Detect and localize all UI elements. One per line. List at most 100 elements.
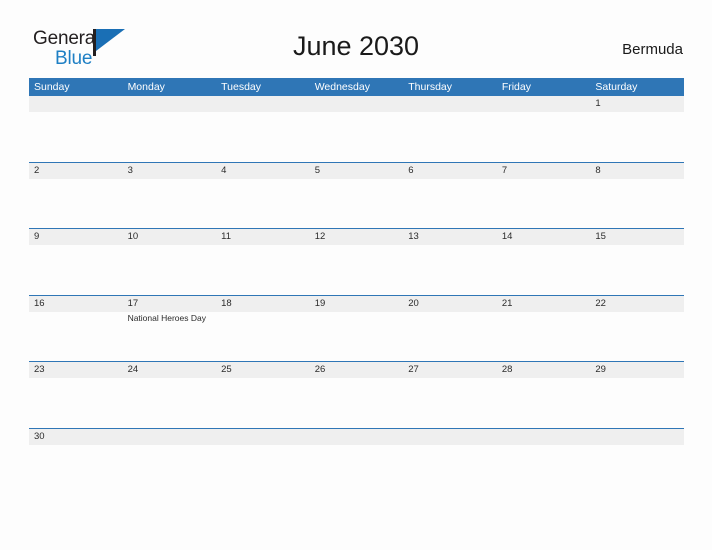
week-event-band [29, 245, 684, 294]
day-number[interactable]: 16 [29, 296, 123, 312]
day-number[interactable]: 8 [590, 163, 684, 179]
page-header: General Blue June 2030 Bermuda [0, 0, 712, 76]
weekday-header-friday: Friday [501, 81, 531, 93]
day-number-empty [123, 96, 217, 112]
day-number[interactable]: 18 [216, 296, 310, 312]
day-number[interactable]: 2 [29, 163, 123, 179]
week-event-band: National Heroes Day [29, 312, 684, 361]
day-cell [310, 445, 404, 494]
day-cell [123, 179, 217, 228]
calendar-week-row: 1 [29, 96, 684, 163]
day-number[interactable]: 13 [403, 229, 497, 245]
day-number-empty [403, 429, 497, 445]
page-title: June 2030 [292, 31, 420, 61]
weekday-header-wednesday: Wednesday [314, 81, 370, 93]
day-number[interactable]: 5 [310, 163, 404, 179]
day-number-empty [310, 96, 404, 112]
calendar-week-row: 9 10 11 12 13 14 15 [29, 229, 684, 296]
day-number[interactable]: 15 [590, 229, 684, 245]
day-number-empty [29, 96, 123, 112]
day-cell: National Heroes Day [123, 312, 217, 361]
day-cell [590, 445, 684, 494]
day-number[interactable]: 21 [497, 296, 591, 312]
day-number[interactable]: 14 [497, 229, 591, 245]
weekday-header-tuesday: Tuesday [221, 81, 262, 93]
day-number[interactable]: 26 [310, 362, 404, 378]
day-cell [216, 179, 310, 228]
week-event-band [29, 445, 684, 494]
day-cell [123, 378, 217, 427]
day-cell [216, 445, 310, 494]
day-number[interactable]: 10 [123, 229, 217, 245]
day-number-empty [590, 429, 684, 445]
day-number[interactable]: 7 [497, 163, 591, 179]
day-cell [497, 245, 591, 294]
calendar-week-row: 16 17 18 19 20 21 22 National Heroes Day [29, 295, 684, 362]
weekday-header-thursday: Thursday [408, 81, 453, 93]
calendar-week-row: 30 [29, 428, 684, 495]
day-number-empty [403, 96, 497, 112]
day-cell [310, 312, 404, 361]
country-label: Bermuda [622, 41, 683, 58]
day-number[interactable]: 25 [216, 362, 310, 378]
day-number[interactable]: 4 [216, 163, 310, 179]
week-date-band: 1 [29, 96, 684, 112]
day-cell [310, 378, 404, 427]
day-cell [403, 312, 497, 361]
day-cell [29, 179, 123, 228]
day-number[interactable]: 23 [29, 362, 123, 378]
day-number[interactable]: 28 [497, 362, 591, 378]
day-cell [216, 378, 310, 427]
calendar-page: General Blue June 2030 Bermuda Sunday Mo… [0, 0, 712, 550]
day-number-empty [123, 429, 217, 445]
day-number[interactable]: 11 [216, 229, 310, 245]
day-cell [590, 179, 684, 228]
calendar-weeks: 1 2 3 4 5 6 7 8 9 10 11 12 13 14 15 16 17 18 19 20 21 22 Natio… [29, 96, 684, 495]
week-date-band: 30 [29, 428, 684, 445]
day-number[interactable]: 19 [310, 296, 404, 312]
day-number[interactable]: 29 [590, 362, 684, 378]
week-date-band: 9 10 11 12 13 14 15 [29, 229, 684, 245]
day-cell [29, 245, 123, 294]
day-number[interactable]: 20 [403, 296, 497, 312]
day-number[interactable]: 12 [310, 229, 404, 245]
day-cell [29, 378, 123, 427]
weekday-header-saturday: Saturday [595, 81, 638, 93]
day-cell [590, 245, 684, 294]
day-number-empty [216, 96, 310, 112]
weekday-header-sunday: Sunday [34, 81, 70, 93]
day-cell [123, 245, 217, 294]
week-date-band: 16 17 18 19 20 21 22 [29, 295, 684, 312]
day-cell [590, 378, 684, 427]
day-number[interactable]: 3 [123, 163, 217, 179]
day-cell [123, 445, 217, 494]
day-number-empty [497, 429, 591, 445]
weekday-header-row: Sunday Monday Tuesday Wednesday Thursday… [29, 78, 684, 96]
week-event-band [29, 179, 684, 228]
day-number[interactable]: 17 [123, 296, 217, 312]
day-number[interactable]: 24 [123, 362, 217, 378]
day-cell [497, 312, 591, 361]
day-cell [29, 312, 123, 361]
day-number[interactable]: 6 [403, 163, 497, 179]
day-cell [403, 378, 497, 427]
day-cell [403, 445, 497, 494]
day-number[interactable]: 9 [29, 229, 123, 245]
day-number[interactable]: 30 [29, 429, 123, 445]
week-event-band [29, 112, 684, 161]
day-number[interactable]: 1 [590, 96, 684, 112]
week-event-band [29, 378, 684, 427]
day-cell [123, 112, 217, 161]
day-cell [310, 245, 404, 294]
day-cell [216, 312, 310, 361]
holiday-label: National Heroes Day [127, 312, 206, 323]
day-cell [310, 112, 404, 161]
day-number[interactable]: 27 [403, 362, 497, 378]
calendar-week-row: 23 24 25 26 27 28 29 [29, 362, 684, 429]
day-cell [403, 245, 497, 294]
day-number-empty [310, 429, 404, 445]
day-cell [497, 378, 591, 427]
day-cell [497, 445, 591, 494]
day-number[interactable]: 22 [590, 296, 684, 312]
day-cell [590, 112, 684, 161]
